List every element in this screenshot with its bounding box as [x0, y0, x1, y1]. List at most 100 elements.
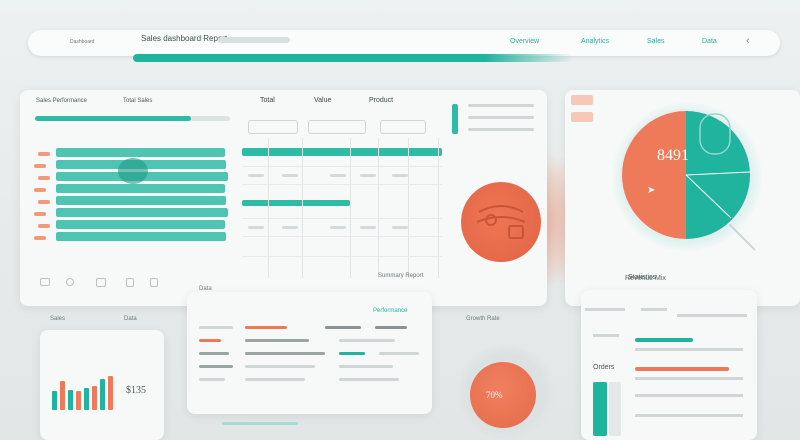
row-marker	[34, 236, 46, 240]
calendar-icon[interactable]	[96, 278, 106, 287]
top-navigation-bar: Dashboard Sales dashboard Report Overvie…	[28, 30, 780, 56]
sales-bar-card: $135	[40, 330, 164, 440]
list-row-segment	[199, 352, 229, 355]
list-row-segment	[245, 365, 315, 368]
mini-bar	[76, 391, 81, 410]
table-cell	[248, 226, 264, 229]
nav-link-data[interactable]: Data	[702, 38, 717, 45]
text-line	[635, 394, 743, 397]
export-icon[interactable]	[150, 278, 158, 287]
row-marker	[34, 188, 46, 192]
table-cell	[282, 226, 298, 229]
table-row-line	[242, 166, 442, 167]
nav-link-sales[interactable]: Sales	[647, 38, 665, 45]
icon-row	[40, 276, 160, 290]
card-b-rows	[199, 326, 423, 396]
table-row-line	[242, 218, 442, 219]
table-cell	[330, 174, 346, 177]
table-row-line	[242, 184, 442, 185]
list-row-segment	[339, 339, 395, 342]
nav-link-analytics[interactable]: Analytics	[581, 38, 609, 45]
table-cell	[392, 174, 408, 177]
search-field[interactable]	[218, 37, 290, 43]
list-row-segment	[325, 326, 361, 329]
table-cell	[282, 174, 298, 177]
growth-label: Growth Rate	[466, 316, 500, 322]
stat-column-grey	[609, 382, 621, 436]
pie-value-text: 8491	[657, 147, 689, 164]
list-row-segment	[339, 365, 393, 368]
page-title: Sales dashboard Report	[141, 34, 228, 43]
legend-swatch-coral	[571, 95, 593, 105]
list-row-segment	[245, 326, 287, 329]
list-row-segment	[199, 339, 221, 342]
panel-title: Sales Performance	[36, 98, 88, 104]
card-b-chip[interactable]: Performance	[373, 308, 407, 314]
growth-circle: 70%	[470, 362, 536, 428]
table-cell	[248, 174, 264, 177]
circle-icon[interactable]	[66, 278, 74, 286]
table-column-line	[268, 138, 269, 278]
table-cell	[330, 226, 346, 229]
chevron-left-icon[interactable]: ‹	[746, 35, 750, 47]
card-c-heading: Statistics	[628, 274, 657, 281]
bar-highlight	[118, 158, 148, 184]
list-row-segment	[199, 378, 225, 381]
text-line	[635, 414, 743, 417]
table-column-line	[408, 138, 409, 278]
progress-fill	[35, 116, 191, 121]
card-a-sublabel: Data	[124, 316, 137, 322]
text-line	[641, 308, 667, 311]
text-line	[593, 334, 619, 337]
list-row-segment	[199, 365, 233, 368]
stat-bar-coral	[635, 367, 729, 371]
document-icon[interactable]	[126, 278, 134, 287]
card-b-tag: Data	[199, 286, 212, 292]
text-line	[635, 348, 743, 351]
row-marker	[38, 152, 50, 156]
text-line	[468, 116, 534, 119]
list-row-segment	[339, 352, 365, 355]
text-line	[677, 314, 747, 317]
table-cell	[392, 226, 408, 229]
tab-total[interactable]: Total	[260, 97, 275, 104]
text-line	[635, 377, 743, 380]
mini-bar	[60, 381, 65, 410]
tab-value[interactable]: Value	[314, 97, 331, 104]
table-column-line	[302, 138, 303, 278]
list-row-segment	[199, 326, 233, 329]
pie-arrow-icon: ➤	[647, 185, 655, 196]
horizontal-bar	[56, 232, 226, 241]
table-cell	[360, 174, 376, 177]
table-row-line	[242, 256, 442, 257]
pie-slice-coral	[622, 111, 686, 239]
tab-product[interactable]: Product	[369, 97, 393, 104]
list-row-segment	[245, 378, 305, 381]
row-marker	[38, 176, 50, 180]
list-row-segment	[245, 339, 309, 342]
card-c-label: Orders	[593, 364, 615, 371]
grid-icon[interactable]	[40, 278, 50, 286]
row-marker	[38, 224, 50, 228]
horizontal-bar	[56, 148, 225, 157]
horizontal-bar	[56, 184, 225, 193]
text-line	[468, 104, 534, 107]
list-row-segment	[339, 378, 399, 381]
row-marker	[38, 200, 50, 204]
loading-progress-bar	[133, 54, 573, 62]
horizontal-bar	[56, 208, 228, 217]
list-row-segment	[245, 352, 325, 355]
mini-bar	[68, 390, 73, 410]
stat-column-teal	[593, 382, 607, 436]
mini-bar	[84, 388, 89, 410]
card-a-label: Sales	[50, 316, 66, 322]
progress-track	[35, 116, 230, 121]
table-column-line	[350, 138, 351, 278]
list-row-segment	[379, 352, 419, 355]
table-grid	[242, 118, 442, 288]
card-b-underline	[222, 422, 298, 425]
table-cell	[360, 226, 376, 229]
nav-link-overview[interactable]: Overview	[510, 38, 539, 45]
accent-marker	[452, 104, 458, 134]
table-column-line	[438, 138, 439, 278]
